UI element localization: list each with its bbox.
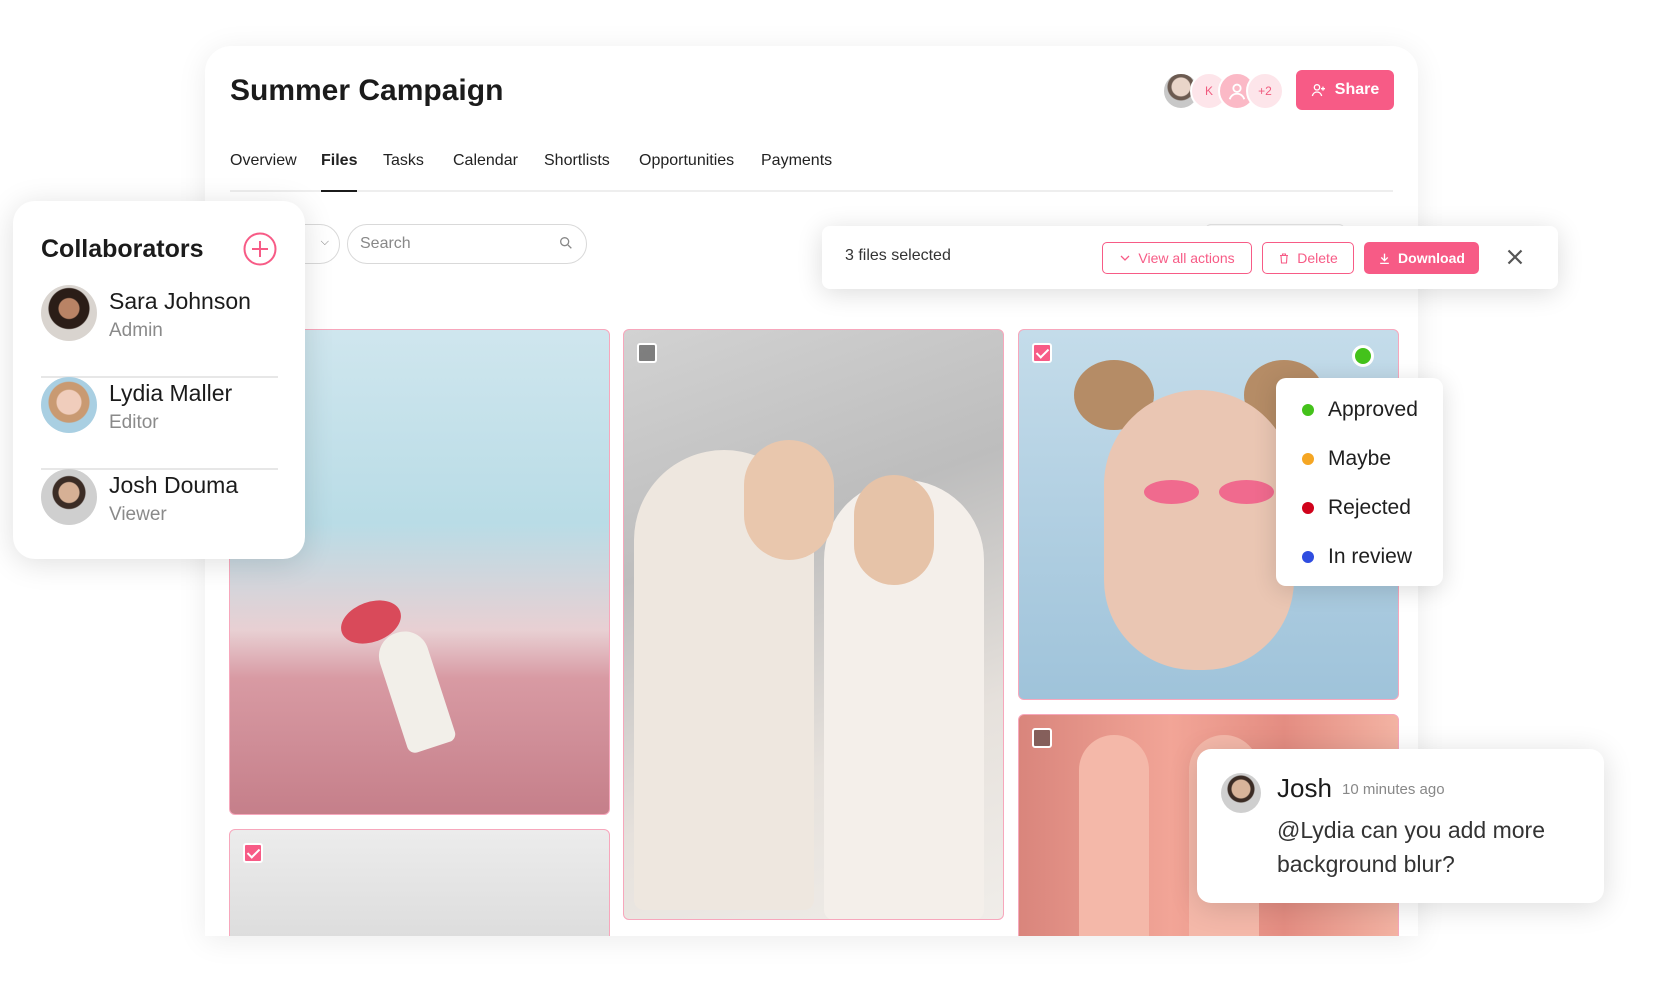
file-checkbox[interactable] [1032,728,1052,748]
photo-detail [1144,480,1199,504]
file-checkbox[interactable] [1032,343,1052,363]
chevron-down-icon [1120,255,1130,261]
status-label: In review [1328,545,1413,568]
collaborator-role: Viewer [109,504,167,525]
share-people-icon [1311,84,1325,97]
file-tile-two-women[interactable] [623,329,1004,920]
status-option-rejected[interactable]: Rejected [1302,496,1411,520]
collaborators-panel: Collaborators Sara Johnson Admin Lydia M… [13,201,305,559]
trash-icon [1280,252,1289,264]
share-button[interactable]: Share [1296,70,1394,110]
photo-detail [854,475,934,585]
tab-overview[interactable]: Overview [230,152,297,192]
collaborator-name: Sara Johnson [109,288,251,314]
tab-payments[interactable]: Payments [761,152,832,192]
share-button-label: Share [1334,81,1380,98]
status-label: Rejected [1328,496,1411,519]
photo-detail [372,625,458,755]
status-dot-icon [1302,453,1314,465]
tab-bar: Overview Files Tasks Calendar Shortlists… [230,152,1393,192]
search-input[interactable]: Search [347,224,587,264]
collaborator-role: Editor [109,412,159,433]
file-tile-grey-sky[interactable] [229,829,610,936]
delete-button[interactable]: Delete [1262,242,1354,274]
status-option-maybe[interactable]: Maybe [1302,447,1391,471]
view-all-actions-button[interactable]: View all actions [1102,242,1252,274]
photo-detail [744,440,834,560]
status-dot-icon [1302,502,1314,514]
collaborator-sara-johnson[interactable]: Sara Johnson Admin [41,285,278,378]
download-label: Download [1398,250,1465,266]
collaborator-lydia-maller[interactable]: Lydia Maller Editor [41,377,278,470]
status-option-in-review[interactable]: In review [1302,545,1412,569]
collaborators-title: Collaborators [41,235,204,263]
selection-count: 3 files selected [845,247,951,264]
download-icon [1380,253,1389,264]
add-collaborator-icon[interactable] [243,232,277,266]
close-icon[interactable] [1502,244,1528,270]
selection-action-bar: 3 files selected View all actions Delete… [822,226,1558,289]
status-label: Maybe [1328,447,1392,470]
status-dot-icon [1302,551,1314,563]
status-dropdown-menu: Approved Maybe Rejected In review [1276,378,1443,586]
tab-files[interactable]: Files [321,152,358,192]
page-title: Summer Campaign [230,74,504,107]
comment-card[interactable]: Josh 10 minutes ago @Lydia can you add m… [1197,749,1604,903]
comment-author: Josh [1277,773,1332,803]
tab-tasks[interactable]: Tasks [383,152,424,192]
status-label: Approved [1328,398,1418,421]
tab-shortlists[interactable]: Shortlists [544,152,610,192]
comment-timestamp: 10 minutes ago [1342,781,1445,798]
avatar [41,285,97,341]
tab-calendar[interactable]: Calendar [453,152,518,192]
file-checkbox[interactable] [243,843,263,863]
member-avatars[interactable]: K +2 [1162,72,1284,110]
collaborator-name: Lydia Maller [109,380,233,406]
collaborator-role: Admin [109,320,163,341]
status-indicator-approved[interactable] [1352,345,1374,367]
search-icon [560,237,572,249]
collaborator-name: Josh Douma [109,472,239,498]
status-dot-icon [1302,404,1314,416]
avatar [41,377,97,433]
photo-detail [1104,390,1294,670]
download-button[interactable]: Download [1364,242,1479,274]
photo-detail [1219,480,1274,504]
avatar [41,469,97,525]
more-members-badge[interactable]: +2 [1246,72,1284,110]
avatar [1221,773,1261,813]
photo-detail [1079,735,1149,936]
collaborator-josh-douma[interactable]: Josh Douma Viewer [41,469,278,562]
status-option-approved[interactable]: Approved [1302,398,1418,422]
comment-text: @Lydia can you add more background blur? [1277,817,1545,877]
file-checkbox[interactable] [637,343,657,363]
delete-label: Delete [1297,250,1338,266]
tab-opportunities[interactable]: Opportunities [639,152,734,192]
user-icon [1228,83,1246,100]
search-placeholder: Search [360,235,411,252]
chevron-down-icon: ⌵ [320,236,329,248]
view-all-actions-label: View all actions [1138,250,1235,266]
